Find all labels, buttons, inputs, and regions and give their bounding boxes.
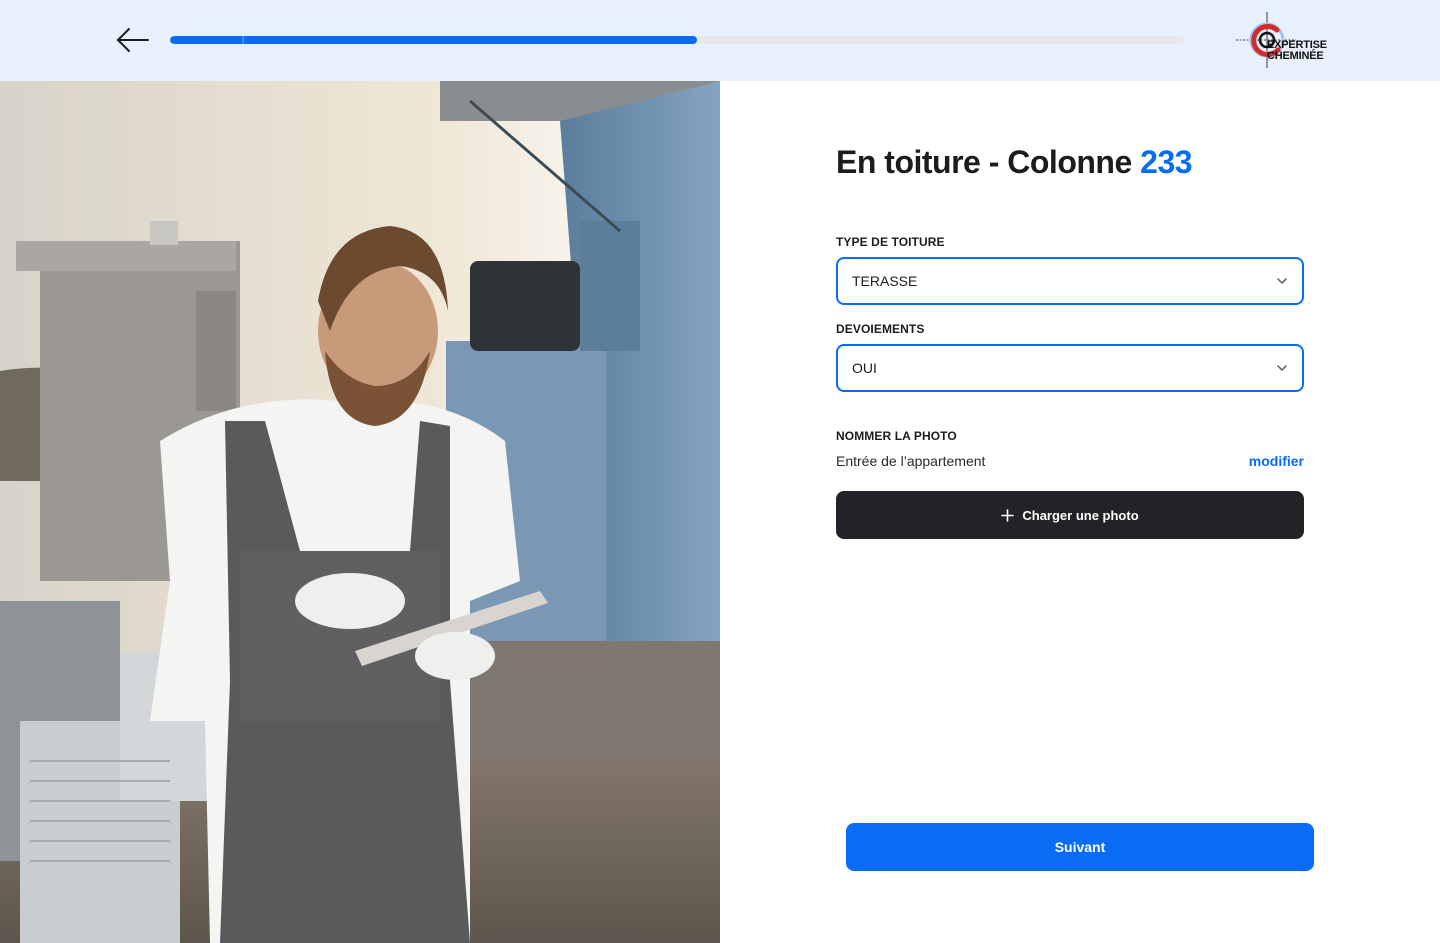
next-button[interactable]: Suivant (846, 823, 1314, 871)
photo-name-label: NOMMER LA PHOTO (836, 429, 957, 443)
chevron-down-icon (1277, 365, 1287, 371)
modify-photo-name-link[interactable]: modifier (1249, 453, 1304, 469)
back-arrow-icon[interactable] (114, 25, 152, 55)
roof-type-value: TERASSE (852, 273, 918, 289)
page-title-prefix: En toiture - Colonne (836, 144, 1141, 180)
offsets-label: DEVOIEMENTS (836, 322, 925, 336)
roof-type-label: TYPE DE TOITURE (836, 235, 945, 249)
progress-step-divider (242, 36, 244, 44)
progress-bar-fill (170, 36, 698, 44)
chevron-down-icon (1277, 278, 1287, 284)
page-title: En toiture - Colonne 233 (836, 144, 1193, 181)
rooftop-technician-illustration (0, 81, 720, 943)
upload-photo-label: Charger une photo (1022, 507, 1139, 523)
offsets-value: OUI (852, 360, 877, 376)
offsets-select[interactable]: OUI (836, 344, 1304, 392)
brand-logo-text: EXPERTISE CHEMINÉE (1267, 39, 1327, 62)
roof-type-select[interactable]: TERASSE (836, 257, 1304, 305)
top-bar: EXPERTISE CHEMINÉE (0, 0, 1440, 81)
column-number: 233 (1140, 144, 1193, 180)
progress-bar (170, 36, 1184, 44)
photo-name-value: Entrée de l’appartement (836, 453, 986, 469)
hero-photo (0, 81, 720, 943)
plus-icon (1001, 508, 1015, 522)
upload-photo-button[interactable]: Charger une photo (836, 491, 1304, 539)
